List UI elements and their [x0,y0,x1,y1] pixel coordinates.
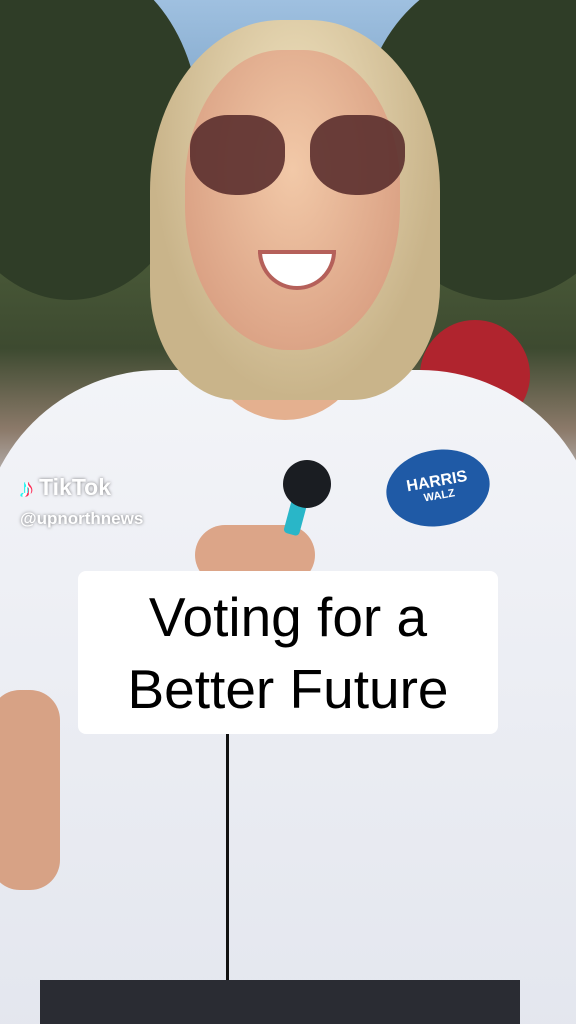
face [185,50,400,350]
tiktok-logo: ♪ TikTok [20,474,143,501]
sunglasses-left [190,115,285,195]
caption-text: Voting for a Better Future [128,581,449,725]
caption-line-2: Better Future [127,657,449,720]
tiktok-brand: TikTok [39,474,111,500]
caption-box: Voting for a Better Future [78,571,498,734]
tiktok-note-icon: ♪ [20,472,33,503]
pants [40,980,520,1024]
arm [0,690,60,890]
microphone [283,460,331,508]
caption-line-1: Voting for a [148,585,428,648]
sunglasses-right [310,115,405,195]
creator-handle: @upnorthnews [20,509,144,528]
tiktok-watermark: ♪ TikTok @upnorthnews [20,474,143,529]
